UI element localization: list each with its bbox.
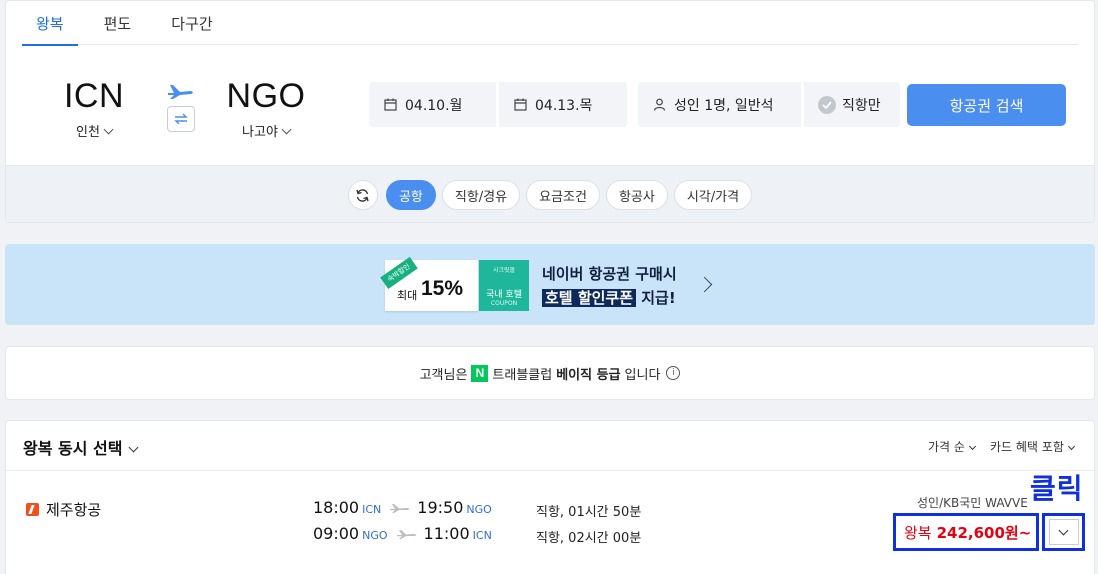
inbound-dep-airport: NGO bbox=[362, 529, 388, 542]
tab-round-trip[interactable]: 왕복 bbox=[22, 1, 78, 46]
select-mode-label: 왕복 동시 선택 bbox=[23, 439, 123, 458]
chevron-right-icon bbox=[696, 276, 713, 293]
membership-club: 트래블클럽 bbox=[492, 367, 553, 383]
promo-banner[interactable]: 숙박할인 최대 15% 시크릿몰 국내 호텔 COUPON 네이버 항공권 구매… bbox=[5, 244, 1095, 325]
search-card: 왕복 편도 다구간 ICN 인천 NGO 나고야 04.10.월 04.13.목 bbox=[5, 0, 1095, 223]
airline: 제주항공 bbox=[26, 499, 101, 520]
filter-stops[interactable]: 직항/경유 bbox=[441, 180, 521, 210]
expand-fares-inner bbox=[1048, 519, 1079, 545]
destination-airport[interactable]: NGO 나고야 bbox=[224, 77, 308, 140]
coupon-graphic: 숙박할인 최대 15% bbox=[380, 257, 478, 311]
direct-only-toggle[interactable]: 직항만 bbox=[804, 82, 900, 127]
card-benefit-label: 카드 혜택 포함 bbox=[990, 440, 1064, 454]
info-icon[interactable]: i bbox=[666, 366, 681, 380]
expand-fares-button[interactable] bbox=[1042, 513, 1085, 551]
refresh-button[interactable] bbox=[347, 180, 378, 210]
coupon-stub-bottom: COUPON bbox=[490, 300, 518, 307]
results-panel: 왕복 동시 선택 가격 순 카드 혜택 포함 제주항공 18:00 ICN 19… bbox=[5, 420, 1095, 574]
select-mode-dropdown[interactable]: 왕복 동시 선택 bbox=[23, 435, 139, 459]
destination-city-label: 나고야 bbox=[242, 125, 278, 140]
passenger-value: 성인 1명, 일반석 bbox=[674, 97, 774, 114]
membership-notice: 고객님은 N 트래블클럽 베이직 등급 입니다 i bbox=[5, 346, 1095, 400]
flight-result-row[interactable]: 제주항공 18:00 ICN 19:50 NGO 09:00 NGO 11:00… bbox=[6, 472, 1094, 572]
calendar-icon bbox=[514, 98, 527, 111]
outbound-dep-time: 18:00 bbox=[313, 498, 360, 517]
chevron-down-icon bbox=[281, 124, 292, 135]
origin-airport[interactable]: ICN 인천 bbox=[56, 77, 132, 140]
card-benefit-note: 성인/KB국민 WAVVE bbox=[917, 496, 1028, 510]
trip-type-tabs: 왕복 편도 다구간 bbox=[22, 1, 1078, 46]
passenger-field[interactable]: 성인 1명, 일반석 bbox=[638, 82, 801, 127]
filter-airport[interactable]: 공항 bbox=[385, 180, 436, 210]
banner-text: 네이버 항공권 구매시 호텔 할인쿠폰 지급! bbox=[542, 262, 677, 310]
flight-search-button[interactable]: 항공권 검색 bbox=[907, 84, 1066, 126]
jeju-air-logo-icon bbox=[26, 503, 39, 516]
outbound-arr-airport: NGO bbox=[466, 503, 492, 516]
outbound-leg: 18:00 ICN 19:50 NGO bbox=[313, 498, 500, 517]
price-prefix: 왕복 bbox=[904, 523, 932, 542]
results-header: 왕복 동시 선택 가격 순 카드 혜택 포함 bbox=[6, 421, 1094, 471]
inbound-arr-time: 11:00 bbox=[423, 524, 470, 543]
chevron-down-icon bbox=[968, 442, 976, 451]
coupon-stub: 시크릿몰 국내 호텔 COUPON bbox=[479, 260, 529, 311]
depart-date-field[interactable]: 04.10.월 bbox=[369, 82, 496, 127]
inbound-dep-time: 09:00 bbox=[313, 524, 360, 543]
chevron-down-icon bbox=[1067, 442, 1075, 451]
membership-suffix: 입니다 bbox=[624, 367, 661, 383]
person-icon bbox=[653, 98, 666, 111]
swap-icon bbox=[174, 113, 188, 125]
origin-code: ICN bbox=[63, 77, 125, 115]
membership-prefix: 고객님은 bbox=[419, 367, 468, 383]
round-trip-price-button[interactable]: 왕복 242,600원~ bbox=[893, 513, 1039, 551]
origin-city-label: 인천 bbox=[76, 125, 100, 140]
click-annotation-label: 클릭 bbox=[1030, 472, 1084, 505]
airplane-icon bbox=[168, 85, 193, 99]
return-date-field[interactable]: 04.13.목 bbox=[499, 82, 627, 127]
depart-date-value: 04.10.월 bbox=[405, 97, 463, 114]
destination-code: NGO bbox=[226, 77, 306, 115]
airplane-icon bbox=[396, 529, 416, 539]
outbound-arr-time: 19:50 bbox=[417, 498, 464, 517]
filter-bar: 공항 직항/경유 요금조건 항공사 시각/가격 bbox=[6, 165, 1094, 222]
banner-line1: 네이버 항공권 구매시 bbox=[542, 265, 677, 283]
sort-price-dropdown[interactable]: 가격 순 bbox=[928, 438, 976, 455]
refresh-icon bbox=[356, 188, 370, 202]
origin-city: 인천 bbox=[56, 121, 132, 140]
card-benefit-dropdown[interactable]: 카드 혜택 포함 bbox=[990, 438, 1075, 455]
coupon-stub-mid: 국내 호텔 bbox=[486, 290, 522, 300]
coupon-max-label: 최대 bbox=[397, 289, 418, 302]
swap-route-button[interactable] bbox=[167, 106, 195, 132]
banner-line2-rest: 지급! bbox=[636, 289, 676, 307]
chevron-down-icon bbox=[103, 124, 114, 135]
inbound-info: 직항, 02시간 00분 bbox=[536, 531, 642, 546]
banner-line2: 호텔 할인쿠폰 지급! bbox=[542, 286, 677, 310]
inbound-arr-airport: ICN bbox=[472, 529, 492, 542]
tab-multi-city[interactable]: 다구간 bbox=[157, 1, 226, 45]
return-date-value: 04.13.목 bbox=[535, 97, 593, 114]
naver-n-icon: N bbox=[471, 364, 489, 382]
airplane-icon bbox=[390, 503, 410, 513]
outbound-info: 직항, 01시간 50분 bbox=[536, 505, 642, 520]
coupon-percent: 15% bbox=[421, 277, 464, 300]
price-value: 242,600원~ bbox=[936, 523, 1032, 542]
banner-highlight: 호텔 할인쿠폰 bbox=[542, 289, 637, 307]
coupon-stub-top: 시크릿몰 bbox=[492, 267, 516, 274]
filter-fare-conditions[interactable]: 요금조건 bbox=[526, 180, 600, 210]
inbound-leg: 09:00 NGO 11:00 ICN bbox=[313, 524, 500, 543]
check-icon bbox=[818, 95, 836, 114]
sort-price-label: 가격 순 bbox=[928, 440, 965, 454]
destination-city: 나고야 bbox=[224, 121, 308, 140]
membership-grade: 베이직 등급 bbox=[556, 367, 621, 383]
filter-time-price[interactable]: 시각/가격 bbox=[673, 180, 753, 210]
tab-one-way[interactable]: 편도 bbox=[90, 1, 146, 45]
direct-only-label: 직항만 bbox=[842, 97, 881, 114]
outbound-dep-airport: ICN bbox=[362, 503, 382, 516]
chevron-down-icon bbox=[1058, 525, 1069, 535]
chevron-down-icon bbox=[129, 442, 139, 453]
calendar-icon bbox=[384, 98, 397, 111]
filter-airline[interactable]: 항공사 bbox=[605, 180, 668, 210]
airline-name: 제주항공 bbox=[46, 501, 102, 519]
coupon-ribbon: 숙박할인 bbox=[380, 257, 418, 289]
